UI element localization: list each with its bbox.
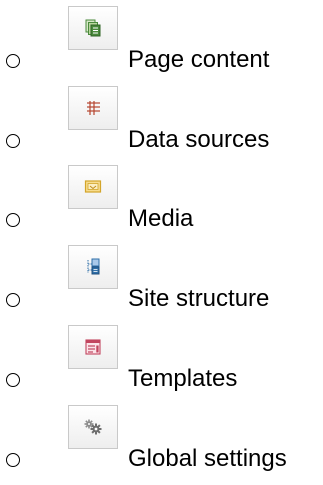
menu-item-label: Page content xyxy=(128,46,270,73)
bullet-icon xyxy=(6,293,20,307)
menu-item-site-structure[interactable]: Site structure xyxy=(0,245,323,315)
media-button[interactable] xyxy=(68,165,118,209)
pages-icon xyxy=(85,19,101,37)
image-icon xyxy=(84,180,102,193)
site-structure-button[interactable] xyxy=(68,245,118,289)
menu-item-data-sources[interactable]: Data sources xyxy=(0,86,323,156)
template-icon xyxy=(85,339,101,355)
table-icon xyxy=(87,101,100,115)
bullet-icon xyxy=(6,213,20,227)
menu-item-templates[interactable]: Templates xyxy=(0,325,323,395)
page-content-button[interactable] xyxy=(68,6,118,50)
menu-item-label: Site structure xyxy=(128,285,270,312)
menu-item-media[interactable]: Media xyxy=(0,165,323,235)
tree-structure-icon xyxy=(87,258,100,275)
bullet-icon xyxy=(6,453,20,467)
menu-item-page-content[interactable]: Page content xyxy=(0,6,323,76)
global-settings-button[interactable] xyxy=(68,405,118,449)
menu-item-label: Templates xyxy=(128,365,238,392)
bullet-icon xyxy=(6,54,20,68)
menu-item-global-settings[interactable]: Global settings xyxy=(0,405,323,475)
menu-item-label: Media xyxy=(128,205,194,232)
gears-icon xyxy=(84,419,102,435)
section-menu-list: Page content Data sources Media Site str… xyxy=(0,0,323,485)
menu-item-label: Global settings xyxy=(128,445,287,472)
menu-item-label: Data sources xyxy=(128,126,270,153)
data-sources-button[interactable] xyxy=(68,86,118,130)
templates-button[interactable] xyxy=(68,325,118,369)
bullet-icon xyxy=(6,134,20,148)
bullet-icon xyxy=(6,373,20,387)
